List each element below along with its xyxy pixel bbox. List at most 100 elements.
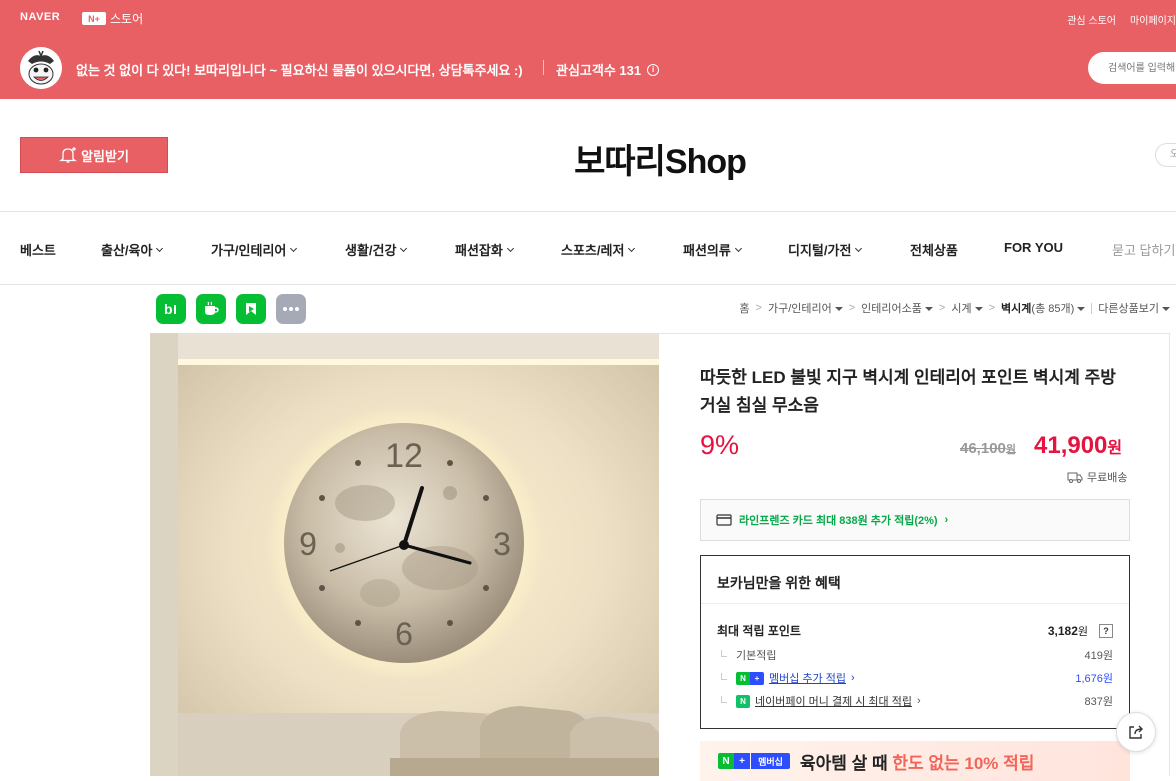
nav-item-best[interactable]: 베스트 xyxy=(20,240,56,259)
membership-point-link[interactable]: 멤버십 추가 적립 xyxy=(769,670,846,686)
original-price: 46,100원 xyxy=(960,440,1017,457)
chevron-down-icon xyxy=(400,244,408,252)
basic-point-label: 기본적립 xyxy=(736,650,777,662)
membership-point-value: 1,676원 xyxy=(1075,673,1113,685)
alarm-label: 알림받기 xyxy=(81,148,129,164)
fav-store-link[interactable]: 관심 스토어 xyxy=(1067,12,1116,27)
fav-count-label: 관심고객수 131 xyxy=(556,63,642,78)
clock-numeral-12: 12 xyxy=(385,437,423,475)
bell-icon xyxy=(59,147,78,163)
divider xyxy=(1091,302,1093,314)
chevron-down-icon xyxy=(734,244,742,252)
npay-point-value: 837원 xyxy=(1084,696,1113,708)
breadcrumb-cat1[interactable]: 가구/인테리어 xyxy=(768,300,843,316)
chevron-right-icon: > xyxy=(848,302,856,314)
breadcrumb-cat2[interactable]: 인테리어소품 xyxy=(861,300,933,316)
breadcrumb-home[interactable]: 홈 xyxy=(739,300,749,316)
nav-item-for-you[interactable]: FOR YOU xyxy=(1004,240,1063,255)
breadcrumb-other-products[interactable]: 다른상품보기 xyxy=(1098,300,1170,316)
nplus-store-link[interactable]: N+ 스토어 xyxy=(82,10,143,27)
category-nav: 베스트 출산/육아 가구/인테리어 생활/건강 패션잡화 스포츠/레저 패션의류… xyxy=(0,212,1176,284)
naverpay-icon: N xyxy=(736,694,750,708)
svg-text:b: b xyxy=(164,301,173,317)
caret-down-icon xyxy=(924,307,933,312)
caret-down-icon xyxy=(834,307,843,312)
breadcrumb: 홈 > 가구/인테리어 > 인테리어소품 > 시계 > 벽시계(총 85개) 다… xyxy=(739,300,1170,316)
talk-icon[interactable] xyxy=(196,294,226,324)
divider xyxy=(543,60,544,75)
nav-item-baby[interactable]: 출산/육아 xyxy=(101,240,164,259)
store-header: 없는 것 없이 다 있다! 보따리입니다 ~ 필요하신 물품이 있으시다면, 상… xyxy=(0,36,1176,99)
caret-down-icon xyxy=(1077,307,1086,312)
nav-item-qna[interactable]: 묻고 답하기 xyxy=(1112,240,1175,259)
nav-item-clothing[interactable]: 패션의류 xyxy=(683,240,742,259)
share-icon xyxy=(1129,725,1143,739)
global-topbar: NAVER N+ 스토어 관심 스토어 마이페이지 xyxy=(0,0,1176,36)
info-icon[interactable]: i xyxy=(647,63,660,76)
store-intro: 없는 것 없이 다 있다! 보따리입니다 ~ 필요하신 물품이 있으시다면, 상… xyxy=(76,63,523,78)
nav-item-living[interactable]: 생활/건강 xyxy=(345,240,408,259)
band-icon[interactable]: b xyxy=(156,294,186,324)
npay-point-link[interactable]: 네이버페이 머니 결제 시 최대 적립 xyxy=(755,693,912,709)
topbar-right-menu: 관심 스토어 마이페이지 xyxy=(1067,12,1176,27)
nav-item-digital[interactable]: 디지털/가전 xyxy=(788,240,863,259)
membership-promo-banner[interactable]: N + 멤버십 육아템 살 때 한도 없는 10% 적립 xyxy=(700,741,1130,781)
credit-card-icon xyxy=(716,514,732,526)
tree-line-icon xyxy=(721,695,727,703)
member-benefit-box: 보카님만을 위한 혜택 최대 적립 포인트 3,182원 ? 기본적립 419원… xyxy=(700,555,1130,729)
chevron-right-icon: > xyxy=(988,302,996,314)
store-search-input[interactable] xyxy=(1088,52,1176,84)
naver-logo[interactable]: NAVER xyxy=(20,11,60,23)
npay-point-row: N 네이버페이 머니 결제 시 최대 적립 › 837원 xyxy=(717,693,1113,709)
share-button[interactable] xyxy=(1116,712,1156,752)
chevron-down-icon xyxy=(506,244,514,252)
tree-line-icon xyxy=(721,649,727,657)
nav-item-all[interactable]: 전체상품 xyxy=(910,240,958,259)
store-avatar[interactable] xyxy=(20,47,62,89)
breadcrumb-cat4[interactable]: 벽시계(총 85개) xyxy=(1001,300,1086,316)
nav-item-sports[interactable]: 스포츠/레저 xyxy=(561,240,636,259)
caret-down-icon xyxy=(1162,307,1170,312)
chevron-right-icon: › xyxy=(944,514,949,526)
max-point-row: 최대 적립 포인트 3,182원 ? xyxy=(717,622,1113,639)
chevron-down-icon xyxy=(290,244,298,252)
chevron-down-icon xyxy=(156,244,164,252)
truck-icon xyxy=(1067,472,1083,483)
nav-item-fashion-goods[interactable]: 패션잡화 xyxy=(455,240,514,259)
breadcrumb-cat3[interactable]: 시계 xyxy=(951,300,983,316)
shipping-info: 무료배송 xyxy=(1067,469,1127,485)
divider xyxy=(0,284,1176,285)
right-search-pill[interactable]: 오 xyxy=(1155,143,1176,167)
more-icon[interactable] xyxy=(276,294,306,324)
card-benefit-text: 라인프렌즈 카드 최대 838원 추가 적립(2%) xyxy=(739,515,938,527)
help-icon[interactable]: ? xyxy=(1099,623,1113,638)
product-image[interactable]: 12 3 6 9 xyxy=(150,333,659,776)
product-title: 따듯한 LED 불빛 지구 벽시계 인테리어 포인트 벽시계 주방 거실 침실 … xyxy=(700,368,1116,415)
divider xyxy=(701,603,1129,604)
sns-app-links: b xyxy=(156,294,306,324)
chevron-right-icon: > xyxy=(755,302,762,314)
max-point-value: 3,182원 ? xyxy=(1048,623,1113,639)
mypage-link[interactable]: 마이페이지 xyxy=(1130,12,1176,27)
chevron-down-icon xyxy=(855,244,863,252)
tree-line-icon xyxy=(721,672,727,680)
chevron-right-icon: > xyxy=(938,302,946,314)
basic-point-row: 기본적립 419원 xyxy=(717,647,1113,663)
chevron-right-icon: › xyxy=(850,672,855,684)
nplus-badge: N+ xyxy=(82,12,106,25)
blog-icon[interactable] xyxy=(236,294,266,324)
card-benefit-banner[interactable]: 라인프렌즈 카드 최대 838원 추가 적립(2%) › xyxy=(700,499,1130,541)
chevron-down-icon xyxy=(628,244,636,252)
membership-point-row: N + 멤버십 추가 적립 › 1,676원 xyxy=(717,670,1113,686)
basic-point-value: 419원 xyxy=(1084,650,1113,662)
alarm-button[interactable]: 알림받기 xyxy=(20,137,168,173)
discount-rate: 9% xyxy=(700,430,740,460)
clock-numeral-6: 6 xyxy=(395,616,413,652)
store-logo[interactable]: 보따리Shop xyxy=(560,134,760,183)
shipping-label: 무료배송 xyxy=(1087,472,1128,484)
promo-text: 육아템 살 때 한도 없는 10% 적립 xyxy=(800,753,1035,773)
clock-numeral-9: 9 xyxy=(299,526,317,562)
benefit-title: 보카님만을 위한 혜택 xyxy=(717,575,841,591)
nplus-store-label: 스토어 xyxy=(110,12,144,26)
nav-item-furniture[interactable]: 가구/인테리어 xyxy=(211,240,298,259)
